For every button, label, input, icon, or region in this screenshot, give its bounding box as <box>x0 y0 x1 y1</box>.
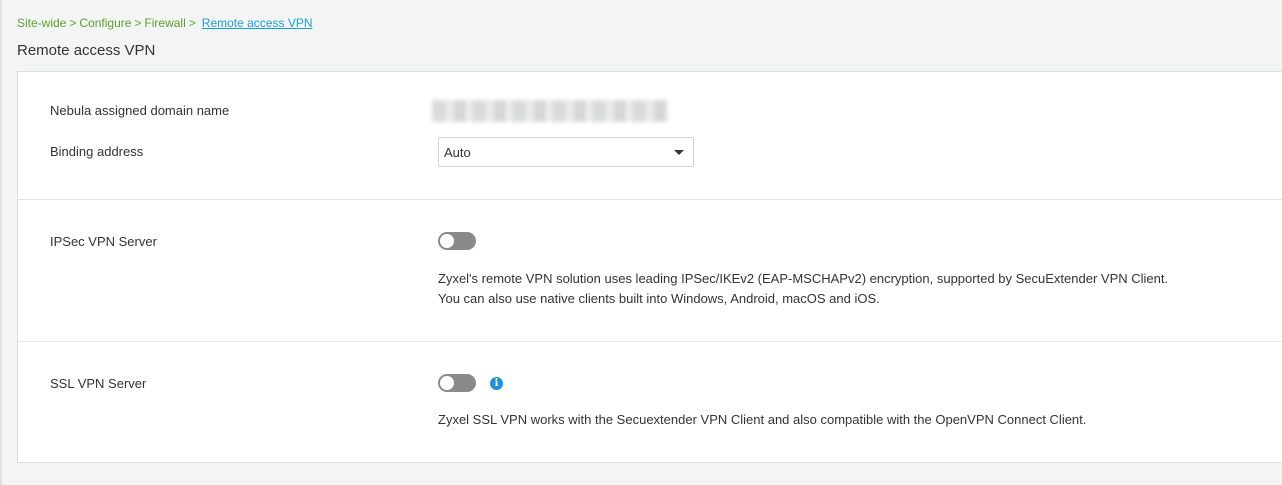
toggle-knob <box>440 376 454 390</box>
binding-address-select[interactable]: Auto <box>438 137 694 167</box>
ssl-server-label: SSL VPN Server <box>50 376 147 391</box>
domain-name-label: Nebula assigned domain name <box>50 103 230 118</box>
ipsec-description-line1: Zyxel's remote VPN solution uses leading… <box>438 271 1169 286</box>
ipsec-description-line2: You can also use native clients built in… <box>438 291 880 306</box>
page-title: Remote access VPN <box>17 42 156 59</box>
info-icon[interactable]: i <box>490 377 503 390</box>
breadcrumb-firewall[interactable]: Firewall <box>144 16 185 30</box>
left-edge <box>0 0 2 485</box>
breadcrumb-separator: > <box>134 16 142 30</box>
breadcrumb: Site-wide > Configure > Firewall > Remote acce… <box>17 16 313 30</box>
binding-address-label: Binding address <box>50 144 144 159</box>
toggle-knob <box>440 234 454 248</box>
ssl-section: SSL VPN Server i Zyxel SSL VPN works wit… <box>18 342 1282 462</box>
breadcrumb-site-wide[interactable]: Site-wide <box>17 16 66 30</box>
binding-address-value: Auto <box>444 145 471 160</box>
ipsec-server-label: IPSec VPN Server <box>50 234 157 249</box>
breadcrumb-separator: > <box>188 16 196 30</box>
domain-name-value <box>432 100 668 122</box>
general-section: Nebula assigned domain name Binding addr… <box>18 72 1282 200</box>
ipsec-server-toggle[interactable] <box>438 232 476 250</box>
ipsec-section: IPSec VPN Server Zyxel's remote VPN solu… <box>18 200 1282 342</box>
ssl-server-toggle[interactable] <box>438 374 476 392</box>
chevron-down-icon <box>674 150 684 155</box>
ssl-description: Zyxel SSL VPN works with the Secuextende… <box>438 412 1087 427</box>
breadcrumb-current-link[interactable]: Remote access VPN <box>202 16 313 30</box>
breadcrumb-configure[interactable]: Configure <box>79 16 131 30</box>
breadcrumb-separator: > <box>69 16 77 30</box>
settings-panel: Nebula assigned domain name Binding addr… <box>17 71 1282 463</box>
